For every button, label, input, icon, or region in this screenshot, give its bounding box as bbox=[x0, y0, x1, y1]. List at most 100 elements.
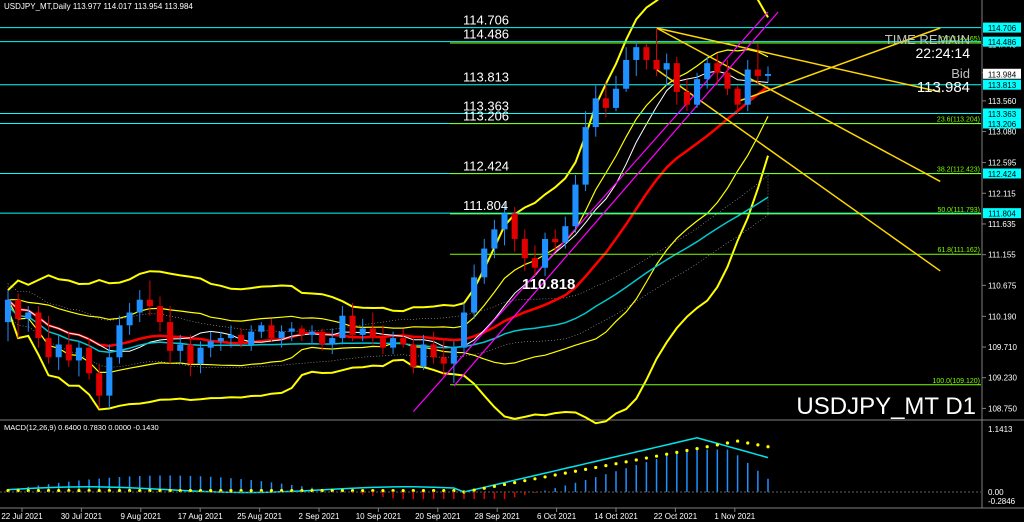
candle-body-55 bbox=[562, 226, 569, 243]
candle-body-67 bbox=[683, 91, 690, 105]
level-label-4: 113.206 bbox=[463, 109, 509, 124]
axis-tick-label-8: 110.675 bbox=[988, 281, 1017, 290]
macd-signal-dot-59 bbox=[604, 464, 608, 468]
candle-body-13 bbox=[136, 299, 143, 313]
candle-body-17 bbox=[177, 344, 184, 351]
candle-body-12 bbox=[126, 312, 133, 326]
axis-tick-label-4: 112.595 bbox=[988, 159, 1017, 168]
candle-body-68 bbox=[694, 79, 701, 105]
candle-body-60 bbox=[612, 88, 620, 108]
macd-signal-dot-58 bbox=[594, 465, 598, 470]
fib-label-3: 50.0(111.793) bbox=[937, 207, 980, 214]
candle-body-58 bbox=[592, 98, 599, 128]
macd-signal-dot-66 bbox=[675, 450, 679, 454]
candle-body-29 bbox=[298, 328, 305, 335]
candle-body-37 bbox=[379, 338, 386, 348]
candle-body-39 bbox=[400, 338, 407, 345]
candle-body-28 bbox=[288, 328, 295, 332]
trading-chart[interactable]: 114.706114.486113.813113.363113.206112.4… bbox=[0, 0, 1024, 522]
macd-signal-dot-72 bbox=[736, 439, 740, 443]
macd-signal-dot-55 bbox=[563, 471, 567, 475]
axis-price-badge-text-3: 113.813 bbox=[988, 81, 1017, 90]
candle-body-19 bbox=[197, 347, 204, 364]
candle-body-47 bbox=[481, 248, 488, 278]
fib-label-4: 61.8(111.162) bbox=[937, 247, 980, 254]
candle-body-26 bbox=[268, 325, 275, 339]
macd-signal-dot-50 bbox=[513, 480, 517, 485]
level-label-0: 114.706 bbox=[463, 13, 509, 28]
axis-price-badge-text-6: 112.424 bbox=[988, 170, 1017, 179]
candle-body-38 bbox=[390, 338, 397, 348]
macd-signal-dot-73 bbox=[746, 441, 750, 445]
time-label-6: 10 Sep 2021 bbox=[356, 512, 402, 521]
macd-signal-dot-54 bbox=[553, 473, 557, 477]
macd-tick-zero: 0.00 bbox=[988, 488, 1004, 497]
candle-body-43 bbox=[440, 357, 447, 364]
axis-price-badge-text-1: 114.486 bbox=[988, 38, 1017, 47]
candle-body-0 bbox=[4, 299, 12, 323]
time-label-7: 20 Sep 2021 bbox=[415, 512, 461, 521]
macd-signal-dot-67 bbox=[685, 448, 689, 453]
candle-body-2 bbox=[25, 312, 32, 319]
candle-body-23 bbox=[238, 334, 245, 345]
level-label-1: 114.486 bbox=[463, 27, 509, 42]
candle-body-4 bbox=[45, 338, 52, 358]
candle-body-63 bbox=[643, 47, 650, 60]
macd-signal-dot-57 bbox=[584, 467, 588, 471]
axis-tick-label-10: 109.710 bbox=[988, 343, 1017, 352]
candle-body-21 bbox=[217, 338, 224, 342]
macd-signal-dot-47 bbox=[482, 486, 486, 490]
candle-body-16 bbox=[167, 322, 174, 351]
candle-body-24 bbox=[248, 331, 255, 345]
candle-body-36 bbox=[369, 328, 376, 339]
candle-body-41 bbox=[420, 344, 427, 367]
time-label-2: 9 Aug 2021 bbox=[121, 512, 162, 521]
candle-body-27 bbox=[278, 331, 285, 339]
candle-body-53 bbox=[542, 238, 549, 268]
macd-tick-top: 1.1413 bbox=[988, 425, 1013, 434]
macd-signal-dot-60 bbox=[614, 462, 618, 466]
macd-tick-bottom: -0.2846 bbox=[988, 497, 1016, 506]
macd-signal-dot-49 bbox=[502, 482, 507, 487]
axis-tick-label-2: 113.560 bbox=[988, 97, 1017, 106]
candle-body-45 bbox=[460, 312, 468, 348]
macd-signal-dot-68 bbox=[695, 447, 699, 451]
time-label-9: 6 Oct 2021 bbox=[537, 512, 577, 521]
candle-body-71 bbox=[724, 72, 731, 89]
bid-value: 113.984 bbox=[917, 79, 970, 96]
level-label-5: 112.424 bbox=[463, 159, 509, 174]
time-label-8: 28 Sep 2021 bbox=[475, 512, 521, 521]
candle-body-11 bbox=[116, 325, 123, 358]
time-label-10: 14 Oct 2021 bbox=[594, 512, 638, 521]
low-price-label: 110.818 bbox=[522, 276, 575, 293]
candle-body-46 bbox=[471, 277, 478, 313]
macd-signal-dot-71 bbox=[725, 441, 730, 445]
macd-label: MACD(12,26,9) 0.6400 0.7830 0.0000 -0.14… bbox=[4, 423, 159, 432]
macd-signal-dot-75 bbox=[766, 445, 770, 449]
candle-body-33 bbox=[339, 315, 346, 339]
axis-tick-label-11: 109.230 bbox=[988, 374, 1017, 383]
macd-signal-dot-64 bbox=[654, 454, 659, 458]
macd-signal-dot-70 bbox=[715, 443, 719, 447]
macd-signal-dot-53 bbox=[543, 475, 547, 479]
chart-watermark: USDJPY_MT D1 bbox=[796, 393, 976, 420]
candle-body-48 bbox=[491, 229, 498, 249]
candle-body-70 bbox=[714, 63, 721, 73]
level-label-6: 111.804 bbox=[463, 198, 508, 213]
fib-label-1: 23.6(113.204) bbox=[937, 117, 980, 124]
candle-body-3 bbox=[35, 312, 42, 339]
candle-body-57 bbox=[582, 127, 589, 185]
fib-label-2: 38.2(112.423) bbox=[937, 167, 980, 174]
axis-price-badge-text-0: 114.706 bbox=[988, 24, 1017, 33]
candle-body-73 bbox=[744, 69, 751, 105]
candle-body-75 bbox=[764, 74, 772, 76]
candle-body-52 bbox=[531, 258, 538, 268]
candle-body-49 bbox=[501, 213, 508, 230]
time-label-12: 1 Nov 2021 bbox=[714, 512, 755, 521]
macd-signal-dot-74 bbox=[756, 443, 760, 447]
axis-price-badge-text-7: 111.804 bbox=[988, 210, 1016, 219]
candle-body-72 bbox=[734, 88, 741, 105]
candle-body-61 bbox=[623, 59, 630, 89]
macd-signal-dot-63 bbox=[644, 456, 649, 460]
candle-body-35 bbox=[359, 328, 366, 335]
